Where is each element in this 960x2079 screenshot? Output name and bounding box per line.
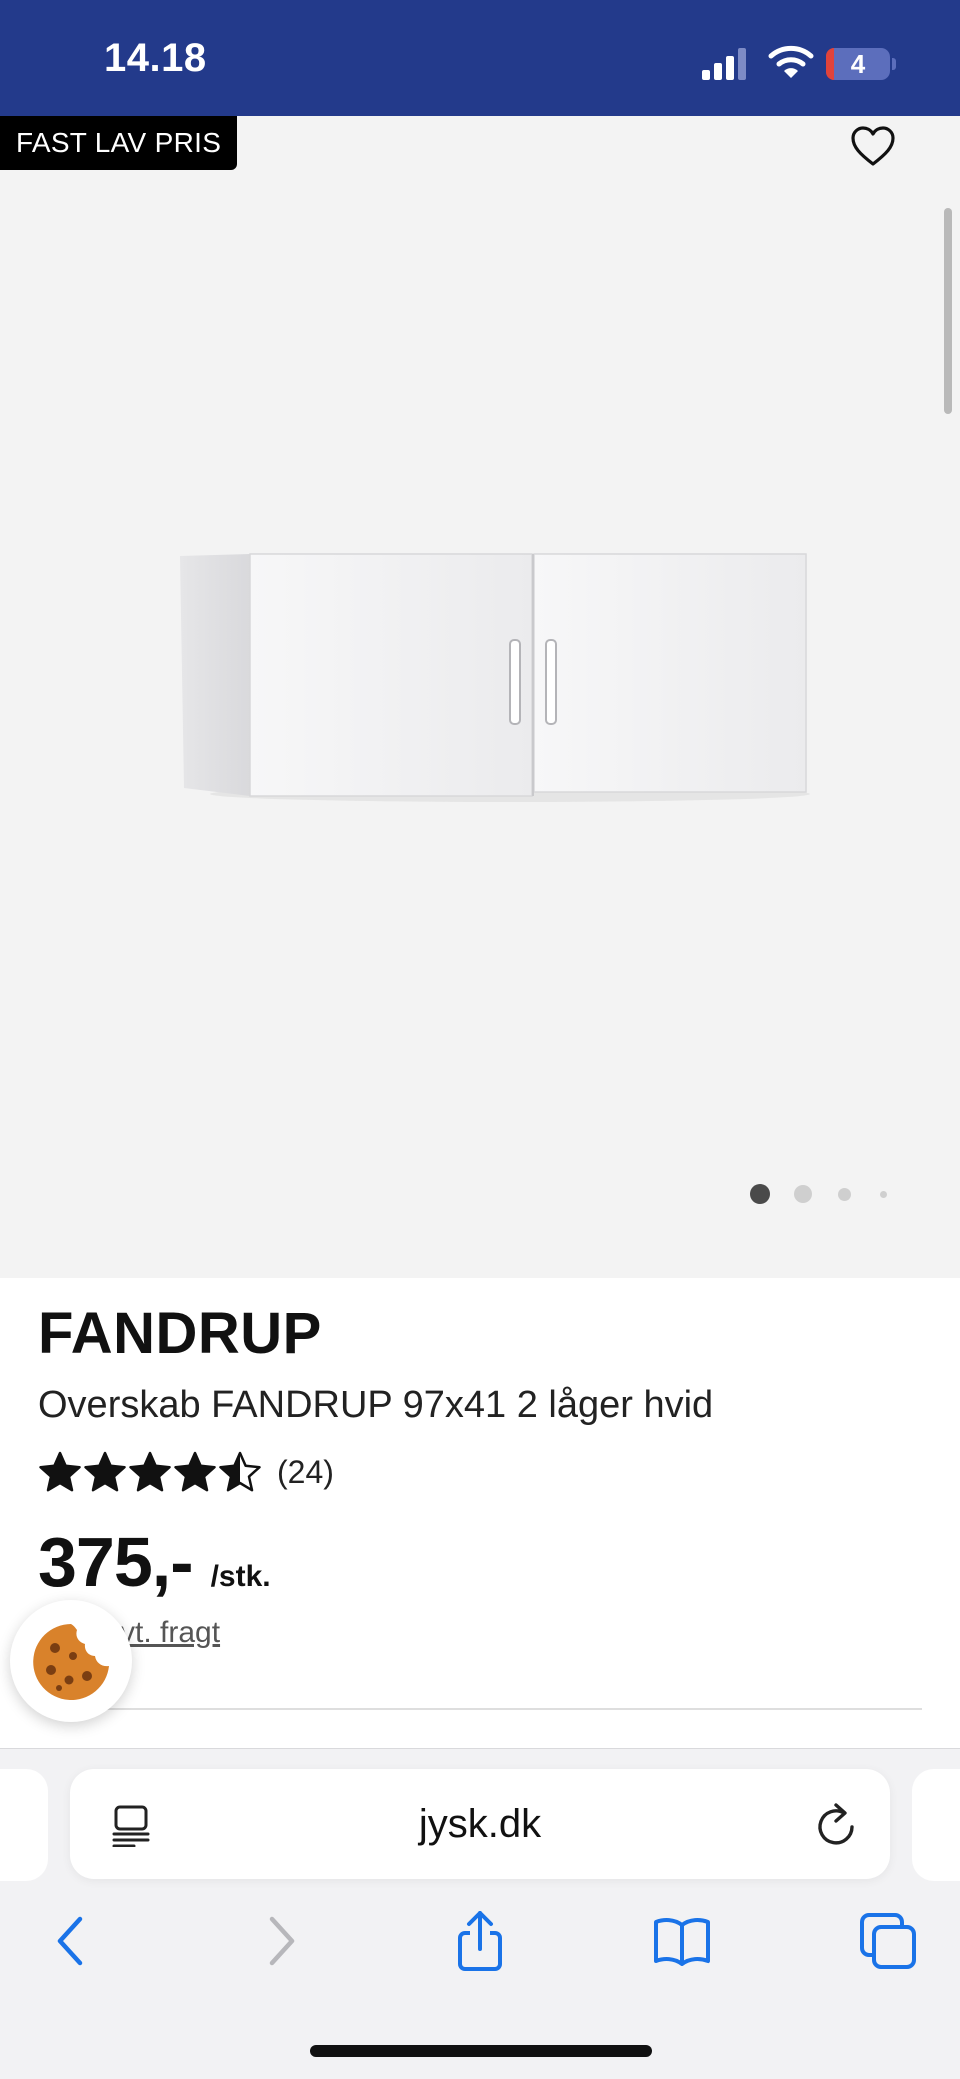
review-count[interactable]: (24): [277, 1454, 334, 1491]
chevron-right-icon[interactable]: [250, 1911, 310, 1971]
share-icon[interactable]: [450, 1911, 510, 1971]
address-bar[interactable]: jysk.dk: [70, 1769, 890, 1879]
star-icon: [219, 1451, 261, 1492]
star-icon: [174, 1451, 216, 1492]
book-icon[interactable]: [652, 1911, 712, 1971]
scroll-indicator[interactable]: [944, 208, 952, 414]
product-image-gallery[interactable]: FAST LAV PRIS: [0, 116, 960, 1278]
previous-tab-preview[interactable]: [0, 1769, 48, 1881]
battery-cap: [892, 58, 896, 70]
product-brand: FANDRUP: [38, 1301, 322, 1366]
star-icon: [129, 1451, 171, 1492]
chevron-left-icon[interactable]: [42, 1911, 102, 1971]
pagination-dot[interactable]: [794, 1185, 812, 1203]
divider: [38, 1708, 922, 1710]
cellular-signal-icon: [702, 48, 746, 80]
star-icon: [39, 1451, 81, 1492]
browser-nav-row: [0, 1901, 960, 1981]
next-tab-preview[interactable]: [912, 1769, 960, 1881]
cookie-icon: [33, 1624, 109, 1700]
product-rating[interactable]: (24): [38, 1451, 334, 1493]
product-price: 375,-: [38, 1523, 194, 1601]
status-time: 14.18: [104, 36, 207, 80]
tabs-icon[interactable]: [858, 1911, 918, 1971]
image-pagination[interactable]: [744, 1182, 894, 1206]
cookie-settings-button[interactable]: [10, 1600, 132, 1722]
browser-toolbar: jysk.dk: [0, 1748, 960, 2079]
rating-stars: [38, 1451, 263, 1493]
pagination-dot[interactable]: [838, 1188, 851, 1201]
status-bar: 14.18 4: [0, 0, 960, 116]
star-icon: [84, 1451, 126, 1492]
product-image: [180, 553, 810, 802]
wifi-icon: [768, 45, 814, 78]
battery-level: 4: [850, 49, 866, 79]
freight-link[interactable]: vt. fragt: [120, 1616, 220, 1650]
price-badge: FAST LAV PRIS: [0, 116, 238, 170]
battery-indicator: 4: [826, 48, 890, 80]
home-indicator[interactable]: [310, 2045, 652, 2057]
price-row: 375,- /stk.: [38, 1522, 271, 1602]
heart-icon[interactable]: [850, 124, 896, 170]
url-text[interactable]: jysk.dk: [70, 1769, 890, 1879]
price-unit: /stk.: [210, 1560, 271, 1593]
pagination-dot-active[interactable]: [750, 1184, 770, 1204]
reload-icon[interactable]: [814, 1801, 858, 1849]
product-subtitle: Overskab FANDRUP 97x41 2 låger hvid: [38, 1384, 714, 1426]
pagination-dot[interactable]: [880, 1191, 887, 1198]
